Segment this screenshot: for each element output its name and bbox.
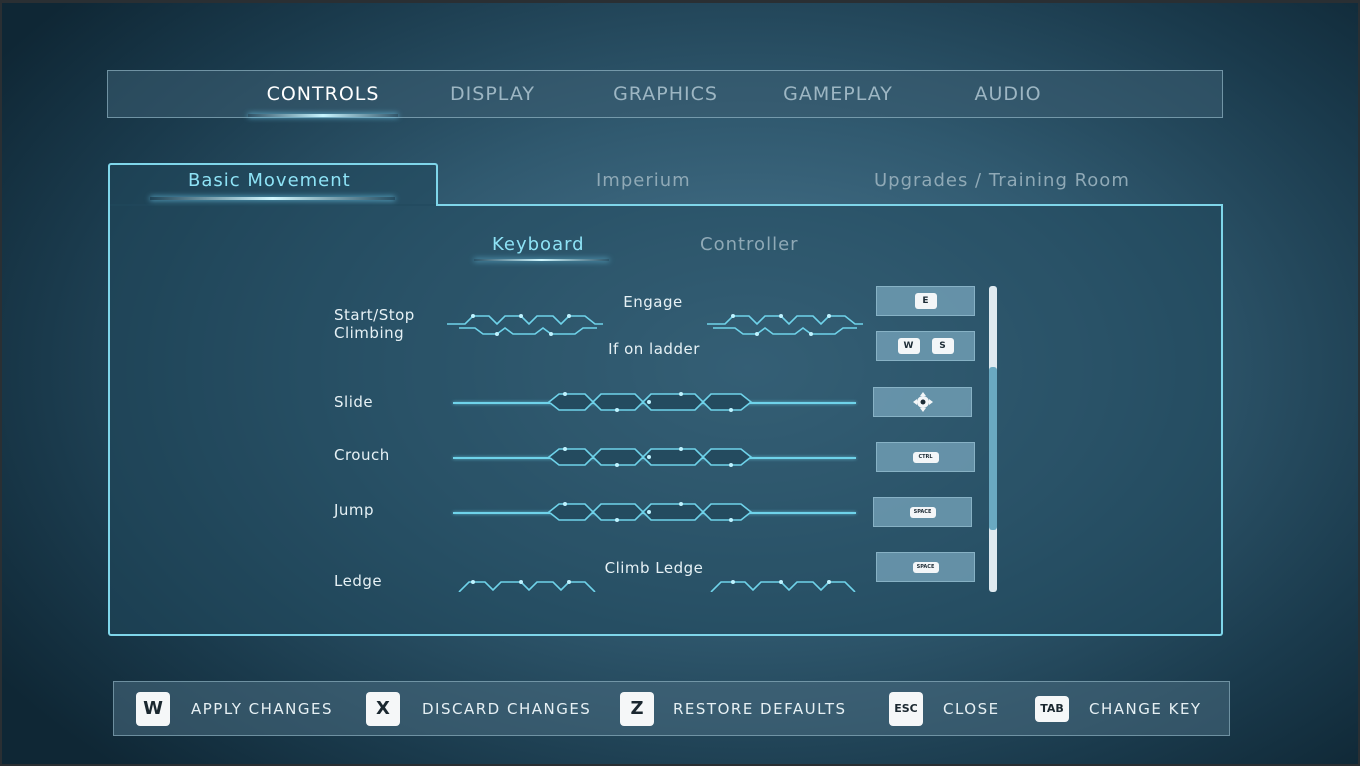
device-tab-controller[interactable]: Controller <box>700 234 799 255</box>
tab-graphics[interactable]: GRAPHICS <box>598 81 733 109</box>
panel-top-border <box>436 204 1223 206</box>
hint-key-z[interactable]: Z <box>620 692 654 726</box>
category-basic-movement[interactable]: Basic Movement <box>188 170 351 196</box>
keycap-space: SPACE <box>909 506 936 518</box>
dpad-icon <box>912 392 933 412</box>
hint-restore-defaults[interactable]: RESTORE DEFAULTS <box>673 700 847 718</box>
keycap-w: W <box>897 338 920 354</box>
key-slot-if-on-ladder[interactable]: W S <box>876 331 975 361</box>
hint-key-tab[interactable]: TAB <box>1035 696 1069 722</box>
tab-audio[interactable]: AUDIO <box>958 81 1058 109</box>
tab-gameplay[interactable]: GAMEPLAY <box>768 81 908 109</box>
circuit-ornament-crouch <box>547 447 753 467</box>
circuit-ornament-ledge-right <box>710 580 856 592</box>
keycap-s: S <box>931 338 954 354</box>
hint-apply-changes[interactable]: APPLY CHANGES <box>191 700 333 718</box>
action-label-if-on-ladder: If on ladder <box>608 340 700 358</box>
settings-category-nav: CONTROLS DISPLAY GRAPHICS GAMEPLAY AUDIO <box>107 70 1223 118</box>
circuit-ornament-left <box>447 314 603 336</box>
binding-label-start-stop-climbing: Start/Stop Climbing <box>334 306 415 342</box>
binding-label-ledge: Ledge <box>334 572 383 590</box>
key-slot-engage[interactable]: E <box>876 286 975 316</box>
category-upgrades-training-room[interactable]: Upgrades / Training Room <box>874 170 1130 196</box>
device-tab-underline <box>474 259 609 261</box>
binding-label-crouch: Crouch <box>334 446 390 464</box>
action-label-climb-ledge: Climb Ledge <box>604 559 704 577</box>
tab-display[interactable]: DISPLAY <box>430 81 555 109</box>
keycap-space: SPACE <box>912 561 939 573</box>
key-slot-climb-ledge[interactable]: SPACE <box>876 552 975 582</box>
hint-discard-changes[interactable]: DISCARD CHANGES <box>422 700 591 718</box>
action-label-engage: Engage <box>623 293 683 311</box>
binding-label-jump: Jump <box>334 501 375 519</box>
key-slot-jump[interactable]: SPACE <box>873 497 972 527</box>
binding-label-slide: Slide <box>334 393 374 411</box>
category-imperium[interactable]: Imperium <box>596 170 691 196</box>
keycap-e: E <box>914 293 937 309</box>
circuit-ornament-ledge-left <box>458 580 596 592</box>
key-slot-slide[interactable] <box>873 387 972 417</box>
tab-controls[interactable]: CONTROLS <box>248 81 398 117</box>
key-slot-crouch[interactable]: CTRL <box>876 442 975 472</box>
hint-change-key[interactable]: CHANGE KEY <box>1089 700 1202 718</box>
active-category-underline <box>150 197 395 200</box>
circuit-ornament-right <box>707 314 863 336</box>
device-tab-keyboard[interactable]: Keyboard <box>492 234 585 255</box>
hint-key-x[interactable]: X <box>366 692 400 726</box>
hint-key-esc[interactable]: ESC <box>889 692 923 726</box>
circuit-ornament-jump <box>547 502 753 522</box>
hint-key-w[interactable]: W <box>136 692 170 726</box>
circuit-ornament-slide <box>547 392 753 412</box>
hint-close[interactable]: CLOSE <box>943 700 1000 718</box>
bindings-scrollbar-thumb[interactable] <box>989 367 997 530</box>
keycap-ctrl: CTRL <box>912 451 939 463</box>
